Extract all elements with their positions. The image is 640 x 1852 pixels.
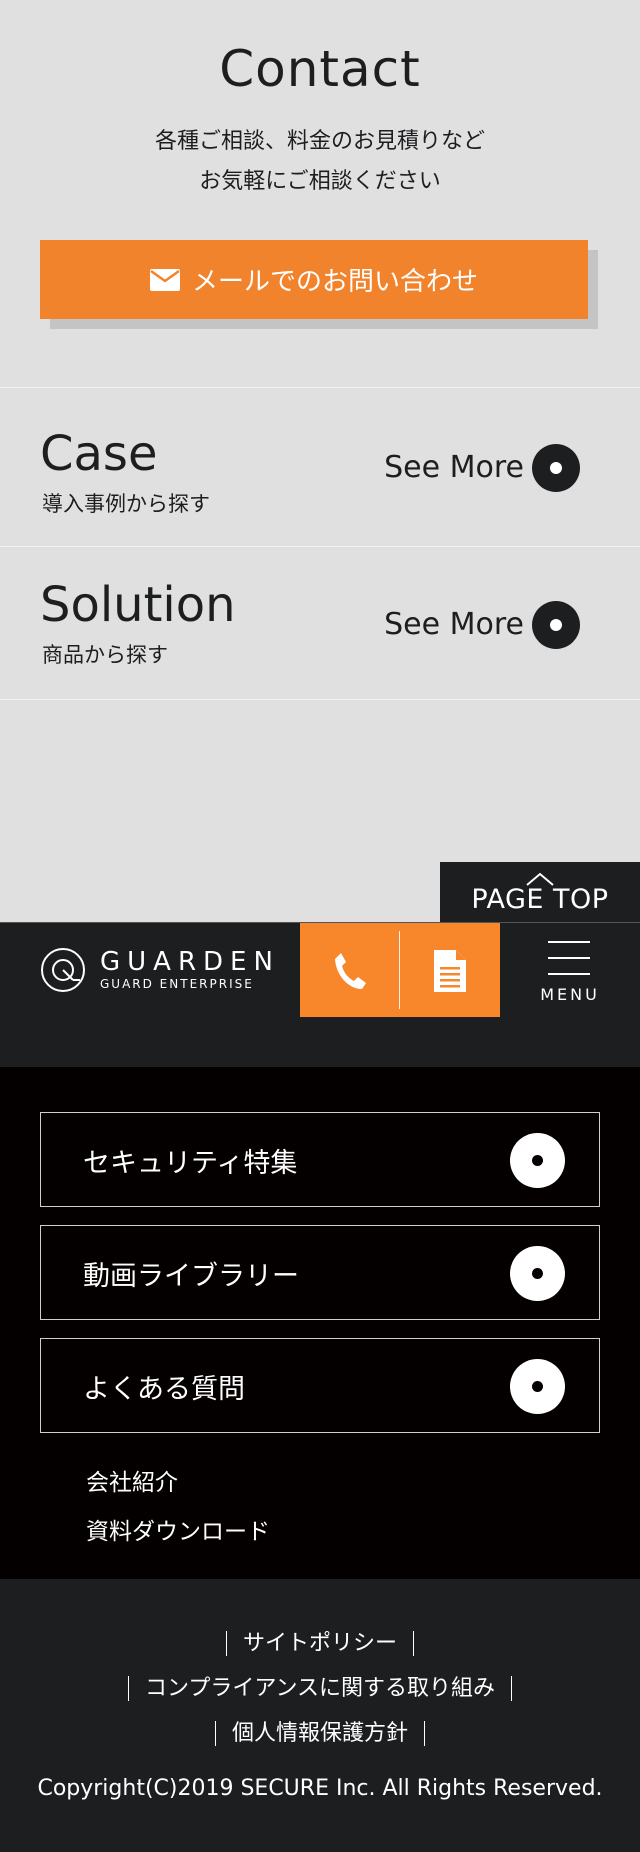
nav-box-label: よくある質問	[83, 1374, 245, 1405]
logo-main-text: GUARDEN	[100, 947, 280, 977]
document-icon	[434, 949, 466, 992]
envelope-icon	[149, 268, 180, 291]
case-row[interactable]: Case 導入事例から探す See More	[0, 388, 640, 546]
nav-link-company[interactable]: 会社紹介	[86, 1463, 178, 1497]
case-arrow-icon[interactable]	[532, 444, 580, 492]
contact-lead-line2: お気軽にご相談ください	[199, 169, 441, 194]
nav-box-faq[interactable]: よくある質問	[40, 1338, 600, 1433]
document-button[interactable]	[400, 923, 500, 1018]
bottom-header-bar: GUARDEN GUARD ENTERPRISE MENU	[0, 922, 640, 1018]
logo-mark-icon	[41, 948, 85, 992]
footer-link-row: 個人情報保護方針	[0, 1715, 640, 1747]
menu-button[interactable]: MENU	[500, 923, 640, 1018]
chevron-up-icon	[526, 872, 554, 886]
mail-contact-button[interactable]: メールでのお問い合わせ	[40, 240, 588, 319]
contact-lead: 各種ご相談、料金のお見積りなど お気軽にご相談ください	[0, 122, 640, 202]
page-top-label: PAGE TOP	[471, 884, 609, 915]
phone-button[interactable]	[300, 923, 400, 1018]
footer-link-privacy[interactable]: 個人情報保護方針	[214, 1721, 425, 1746]
footer-link-row: コンプライアンスに関する取り組み	[0, 1670, 640, 1702]
logo-sub-text: GUARD ENTERPRISE	[100, 977, 254, 991]
footer-link-row: サイトポリシー	[0, 1625, 640, 1657]
phone-icon	[335, 952, 366, 989]
menu-nav: セキュリティ特集 動画ライブラリー よくある質問 会社紹介 資料ダウンロード	[0, 1067, 640, 1579]
footer: サイトポリシー コンプライアンスに関する取り組み 個人情報保護方針 Copyri…	[0, 1579, 640, 1852]
nav-box-label: セキュリティ特集	[83, 1148, 298, 1179]
hamburger-icon	[548, 941, 590, 989]
solution-row[interactable]: Solution 商品から探す See More	[0, 547, 640, 699]
solution-subtitle: 商品から探す	[42, 643, 168, 667]
nav-box-security-feature[interactable]: セキュリティ特集	[40, 1112, 600, 1207]
case-see-more[interactable]: See More	[384, 450, 524, 485]
logo-text: GUARDEN GUARD ENTERPRISE	[100, 948, 280, 992]
solution-see-more[interactable]: See More	[384, 607, 524, 642]
circle-arrow-icon	[510, 1359, 565, 1414]
solution-title: Solution	[40, 577, 236, 633]
nav-box-label: 動画ライブラリー	[83, 1261, 299, 1292]
copyright: Copyright(C)2019 SECURE Inc. All Rights …	[37, 1776, 603, 1801]
circle-arrow-icon	[510, 1246, 565, 1301]
case-subtitle: 導入事例から探す	[42, 492, 210, 516]
divider	[0, 699, 640, 700]
contact-section: Contact 各種ご相談、料金のお見積りなど お気軽にご相談ください メールで…	[0, 0, 640, 387]
footer-link-compliance[interactable]: コンプライアンスに関する取り組み	[127, 1676, 513, 1701]
contact-lead-line1: 各種ご相談、料金のお見積りなど	[154, 129, 485, 154]
nav-box-video-library[interactable]: 動画ライブラリー	[40, 1225, 600, 1320]
header-spacer-band	[0, 1017, 640, 1067]
solution-arrow-icon[interactable]	[532, 601, 580, 649]
mail-button-label: メールでのお問い合わせ	[191, 267, 478, 297]
footer-link-site-policy[interactable]: サイトポリシー	[225, 1631, 414, 1656]
menu-label: MENU	[540, 985, 600, 1004]
case-title: Case	[40, 426, 158, 482]
circle-arrow-icon	[510, 1133, 565, 1188]
page-top-button[interactable]: PAGE TOP	[440, 862, 640, 922]
guarden-logo[interactable]: GUARDEN GUARD ENTERPRISE	[40, 947, 280, 993]
contact-title: Contact	[219, 40, 421, 98]
nav-link-download[interactable]: 資料ダウンロード	[86, 1512, 270, 1546]
